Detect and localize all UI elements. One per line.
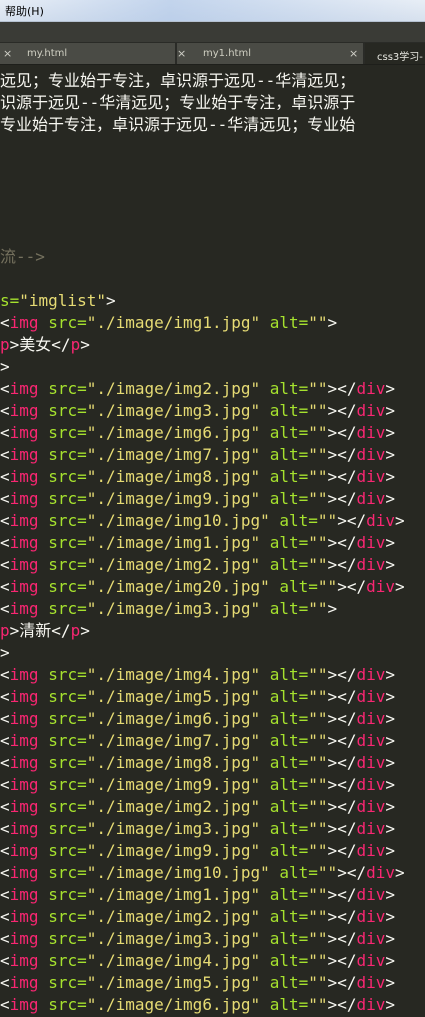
code-line: <img src="./image/img4.jpg" alt=""></div… [0,951,395,970]
code-line: <img src="./image/img2.jpg" alt=""></div… [0,555,395,574]
tab-css3[interactable]: css3学习- [364,42,425,64]
code-comment: 流--> [0,247,45,266]
code-line: <img src="./image/img9.jpg" alt=""></div… [0,841,395,860]
tab-label: my1.html [203,48,251,59]
code-line: p>美女</p> [0,335,90,354]
menu-bar-decoration [0,0,425,21]
code-line: <img src="./image/img6.jpg" alt=""></div… [0,709,395,728]
code-line: <img src="./image/img10.jpg" alt=""></di… [0,863,405,882]
code-line: <img src="./image/img4.jpg" alt=""></div… [0,665,395,684]
close-icon[interactable]: × [177,47,186,60]
code-line: <img src="./image/img9.jpg" alt=""></div… [0,489,395,508]
tab-label: my.html [27,48,68,59]
code-line: <img src="./image/img3.jpg" alt=""> [0,599,338,618]
code-line: <img src="./image/img2.jpg" alt=""></div… [0,797,395,816]
menu-help[interactable]: 帮助(H) [5,3,44,19]
tab-my-html[interactable]: × my.html [0,42,176,64]
code-line: <img src="./image/img8.jpg" alt=""></div… [0,753,395,772]
code-line: <img src="./image/img8.jpg" alt=""></div… [0,467,395,486]
close-icon[interactable]: × [3,47,12,60]
code-line: <img src="./image/img7.jpg" alt=""></div… [0,731,395,750]
code-line: 远见；专业始于专注，卓识源于远见--华清远见； [0,71,356,90]
code-line: 识源于远见--华清远见；专业始于专注，卓识源于 [0,93,356,112]
tab-my1-html[interactable]: × my1.html × [176,42,364,64]
code-line: > [0,643,10,662]
code-line: <img src="./image/img9.jpg" alt=""></div… [0,775,395,794]
code-line: <img src="./image/img1.jpg" alt=""></div… [0,533,395,552]
close-icon[interactable]: × [349,47,358,60]
code-line: <img src="./image/img1.jpg" alt=""></div… [0,885,395,904]
tab-bar: × my.html × my1.html × css3学习- [0,22,425,65]
code-line: 专业始于专注，卓识源于远见--华清远见；专业始 [0,115,356,134]
code-line: <img src="./image/img2.jpg" alt=""></div… [0,379,395,398]
code-line: <img src="./image/img2.jpg" alt=""></div… [0,907,395,926]
code-line: <img src="./image/img10.jpg" alt=""></di… [0,511,405,530]
code-line: <img src="./image/img6.jpg" alt=""></div… [0,423,395,442]
code-line: > [0,357,10,376]
tab-label: css3学习- [377,52,423,63]
code-line: <img src="./image/img20.jpg" alt=""></di… [0,577,405,596]
menu-bar: 帮助(H) [0,0,425,22]
code-line: <img src="./image/img3.jpg" alt=""></div… [0,819,395,838]
code-line: <img src="./image/img3.jpg" alt=""></div… [0,929,395,948]
code-line: <img src="./image/img7.jpg" alt=""></div… [0,445,395,464]
code-line: <img src="./image/img5.jpg" alt=""></div… [0,687,395,706]
code-line: <img src="./image/img5.jpg" alt=""></div… [0,973,395,992]
code-editor[interactable]: 远见；专业始于专注，卓识源于远见--华清远见； 识源于远见--华清远见；专业始于… [0,64,425,1017]
code-line: p>清新</p> [0,621,90,640]
code-line: <img src="./image/img6.jpg" alt=""></div… [0,995,395,1014]
code-line: s="imglist"> [0,291,116,310]
code-line: <img src="./image/img1.jpg" alt=""> [0,313,338,332]
code-line: <img src="./image/img3.jpg" alt=""></div… [0,401,395,420]
